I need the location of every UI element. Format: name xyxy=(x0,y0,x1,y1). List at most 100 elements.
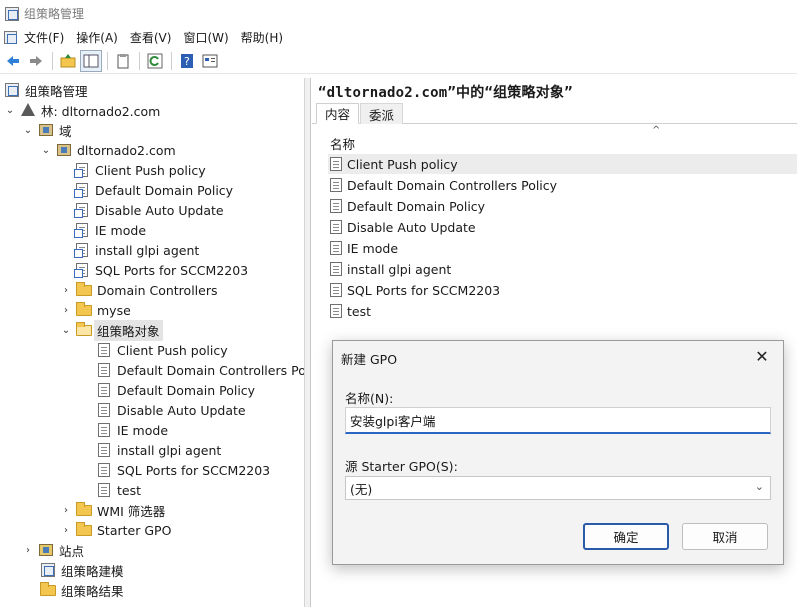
tree-root[interactable]: 组策略管理 xyxy=(4,80,88,100)
gpo-folder-icon xyxy=(76,322,92,338)
tree-results[interactable]: 组策略结果 xyxy=(40,580,124,600)
tree-domain-link[interactable]: Disable Auto Update xyxy=(74,200,224,220)
tree-domain-link[interactable]: Default Domain Policy xyxy=(74,180,233,200)
gpo-icon xyxy=(96,462,112,478)
tree-gpo[interactable]: Default Domain Controllers Policy xyxy=(96,360,304,380)
tree-forest-label: 林: dltornado2.com xyxy=(41,103,161,119)
gpo-link-icon xyxy=(74,162,90,178)
tree-gpo[interactable]: test xyxy=(96,480,141,500)
tree-item-label: 站点 xyxy=(59,543,85,559)
column-header-name[interactable]: 名称 xyxy=(330,133,797,153)
domain-icon xyxy=(56,142,72,158)
list-item[interactable]: test xyxy=(328,301,797,321)
tree-item-label: Domain Controllers xyxy=(97,282,218,298)
tree-domain-link[interactable]: IE mode xyxy=(74,220,146,240)
list-item[interactable]: IE mode xyxy=(328,238,797,258)
tree-domain-link[interactable]: Client Push policy xyxy=(74,160,206,180)
tree-gpo[interactable]: Disable Auto Update xyxy=(96,400,246,420)
gpo-name-input[interactable] xyxy=(345,407,771,434)
list-item[interactable]: Client Push policy xyxy=(328,154,797,174)
results-icon xyxy=(40,582,56,598)
tree-gpo[interactable]: IE mode xyxy=(96,420,168,440)
list-item[interactable]: Default Domain Policy xyxy=(328,196,797,216)
tree-ou[interactable]: › Domain Controllers xyxy=(60,280,217,300)
tree-gpo[interactable]: SQL Ports for SCCM2203 xyxy=(96,460,270,480)
menu-action[interactable]: 操作(A) xyxy=(72,26,126,48)
svg-text:?: ? xyxy=(184,55,190,68)
tree-wmi[interactable]: › WMI 筛选器 xyxy=(60,500,165,520)
tree-domain-link[interactable]: SQL Ports for SCCM2203 xyxy=(74,260,248,280)
collapse-chevron-icon[interactable]: ⌄ xyxy=(4,104,16,116)
tree-modeling[interactable]: 组策略建模 xyxy=(40,560,124,580)
expand-chevron-icon[interactable]: › xyxy=(60,504,72,516)
menu-file[interactable]: 文件(F) xyxy=(20,26,72,48)
clipboard-icon[interactable] xyxy=(112,50,134,72)
chevron-down-icon: ⌄ xyxy=(754,480,764,493)
starter-gpo-select[interactable]: (无) ⌄ xyxy=(345,476,771,500)
tree-item-label: IE mode xyxy=(95,222,147,238)
cancel-button[interactable]: 取消 xyxy=(682,523,768,550)
up-folder-icon[interactable] xyxy=(57,50,79,72)
gpo-icon xyxy=(328,198,344,214)
collapse-chevron-icon[interactable]: ⌄ xyxy=(40,144,52,156)
tree-gpo-container[interactable]: ⌄ 组策略对象 xyxy=(60,319,163,341)
tree-item-label: Default Domain Policy xyxy=(95,182,234,198)
show-hide-tree-icon[interactable] xyxy=(80,49,102,72)
forward-icon[interactable] xyxy=(25,50,47,72)
collapse-chevron-icon[interactable]: ⌄ xyxy=(22,124,34,136)
tab-contents[interactable]: 内容 xyxy=(316,103,360,124)
gpo-icon xyxy=(96,362,112,378)
tree-root-label: 组策略管理 xyxy=(25,83,88,99)
collapse-chevron-icon[interactable]: ⌄ xyxy=(60,324,72,336)
tab-strip: 内容 委派 xyxy=(312,102,797,124)
starter-gpo-value: (无) xyxy=(350,481,373,497)
tree-item-label: myse xyxy=(97,302,131,318)
list-item-label: Default Domain Controllers Policy xyxy=(347,177,558,193)
tree-gpo[interactable]: Client Push policy xyxy=(96,340,228,360)
tree-domain[interactable]: ⌄ dltornado2.com xyxy=(40,140,176,160)
close-icon[interactable]: ✕ xyxy=(751,345,773,367)
menu-view[interactable]: 查看(V) xyxy=(126,26,180,48)
gpo-icon xyxy=(96,482,112,498)
starter-gpo-label: 源 Starter GPO(S): xyxy=(345,459,458,474)
expand-chevron-icon[interactable]: › xyxy=(60,284,72,296)
new-gpo-dialog: 新建 GPO ✕ 名称(N): 源 Starter GPO(S): (无) ⌄ … xyxy=(332,340,784,565)
menu-help[interactable]: 帮助(H) xyxy=(237,26,291,48)
back-icon[interactable] xyxy=(2,50,24,72)
tree-domain-link[interactable]: install glpi agent xyxy=(74,240,199,260)
menu-window[interactable]: 窗口(W) xyxy=(179,26,236,48)
app-icon xyxy=(4,6,19,21)
list-item[interactable]: Default Domain Controllers Policy xyxy=(328,175,797,195)
pane-splitter[interactable] xyxy=(305,78,311,607)
name-label: 名称(N): xyxy=(345,391,394,406)
tree-domains[interactable]: ⌄ 域 xyxy=(22,120,72,140)
console-icon[interactable] xyxy=(2,29,18,45)
tree-domain-label: dltornado2.com xyxy=(77,142,176,158)
tree-forest[interactable]: ⌄ 林: dltornado2.com xyxy=(4,100,160,120)
ok-button[interactable]: 确定 xyxy=(583,523,669,550)
list-item[interactable]: install glpi agent xyxy=(328,259,797,279)
tree-gpo[interactable]: Default Domain Policy xyxy=(96,380,255,400)
tree-starter[interactable]: › Starter GPO xyxy=(60,520,171,540)
tree-sites[interactable]: › 站点 xyxy=(22,540,84,560)
tree-gpo[interactable]: install glpi agent xyxy=(96,440,221,460)
list-item[interactable]: Disable Auto Update xyxy=(328,217,797,237)
help-icon[interactable]: ? xyxy=(176,50,198,72)
expand-chevron-icon[interactable]: › xyxy=(22,544,34,556)
tree-item-label: Disable Auto Update xyxy=(117,402,246,418)
expand-chevron-icon[interactable]: › xyxy=(60,304,72,316)
tree-item-label: Default Domain Policy xyxy=(117,382,256,398)
list-item[interactable]: SQL Ports for SCCM2203 xyxy=(328,280,797,300)
properties-icon[interactable] xyxy=(199,50,221,72)
modeling-icon xyxy=(40,562,56,578)
tree-item-label: Starter GPO xyxy=(97,522,172,538)
tab-delegation[interactable]: 委派 xyxy=(360,103,404,124)
gpo-icon xyxy=(96,442,112,458)
window-title: 组策略管理 xyxy=(24,6,85,21)
domains-icon xyxy=(38,122,54,138)
expand-chevron-icon[interactable]: › xyxy=(60,524,72,536)
tree-item-label: 组策略结果 xyxy=(61,583,124,599)
tree-item-label: test xyxy=(117,482,142,498)
tree-ou[interactable]: › myse xyxy=(60,300,131,320)
refresh-icon[interactable] xyxy=(144,50,166,72)
